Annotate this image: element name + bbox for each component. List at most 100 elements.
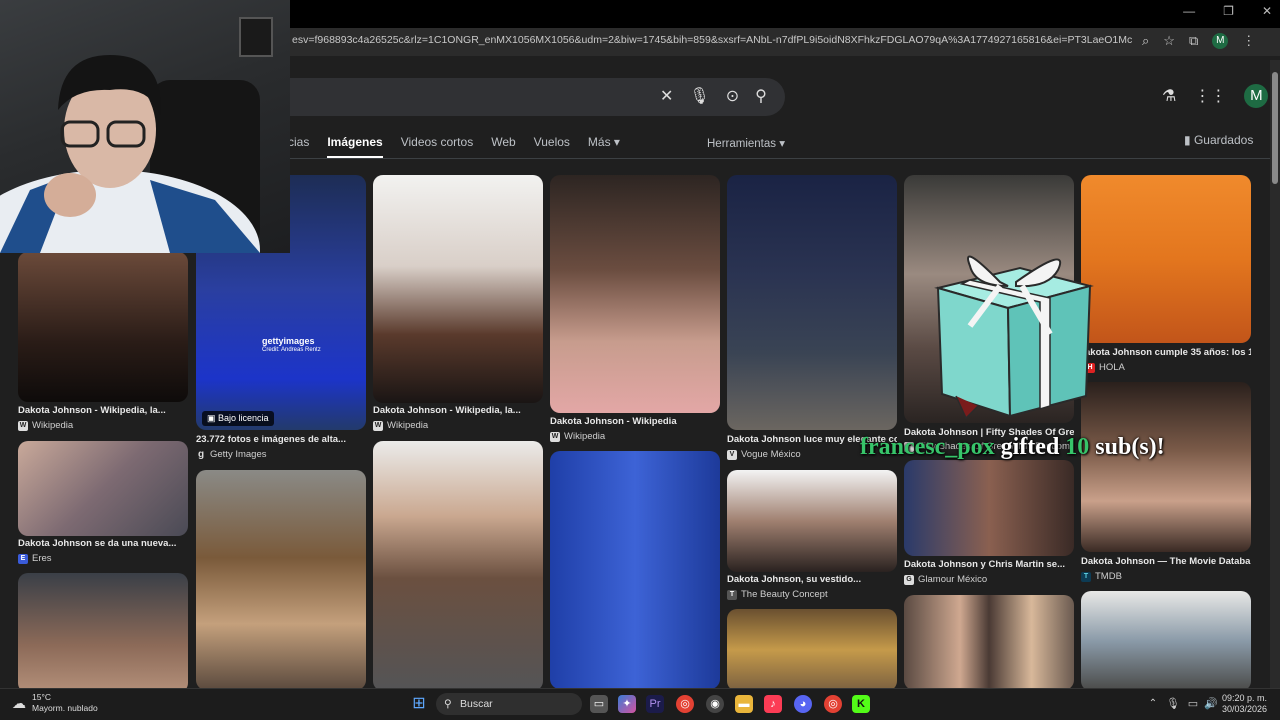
header-right: ⚗ ⋮⋮ M [1162, 84, 1269, 108]
result-source[interactable]: W Wikipedia [373, 420, 428, 431]
obs-icon[interactable]: ◉ [706, 695, 724, 713]
zoom-icon[interactable]: ⌕ [1142, 33, 1149, 49]
image-result[interactable] [1081, 591, 1251, 691]
file-explorer-icon[interactable]: ▬ [735, 695, 753, 713]
tab-short-videos[interactable]: Videos cortos [401, 135, 474, 159]
licensed-badge: ▣ Bajo licencia [202, 411, 274, 426]
result-source[interactable]: g Getty Images [196, 449, 267, 460]
result-caption[interactable]: akota Johnson cumple 35 años: los 1... [1085, 347, 1251, 358]
favicon: g [197, 448, 205, 460]
source-label: Vogue México [741, 449, 801, 460]
gifter-name: francesc_pox [860, 434, 995, 460]
windows-start-icon[interactable]: ⊞ [410, 695, 428, 713]
menu-kebab-icon[interactable]: ⋮ [1242, 33, 1255, 49]
webcam-overlay [0, 0, 290, 253]
source-label: Glamour México [918, 574, 988, 585]
premiere-icon[interactable]: Pr [646, 695, 664, 713]
image-result[interactable] [18, 441, 188, 536]
discord-icon[interactable]: ◕ [794, 695, 812, 713]
clear-icon[interactable]: ✕ [660, 86, 673, 106]
network-icon[interactable]: ▭ [1184, 695, 1202, 713]
result-source[interactable]: T TMDB [1081, 571, 1122, 582]
image-result[interactable] [196, 470, 366, 690]
result-source[interactable]: T The Beauty Concept [727, 589, 828, 600]
result-source[interactable]: E Eres [18, 553, 52, 564]
image-result[interactable] [727, 609, 897, 691]
tab-flights[interactable]: Vuelos [534, 135, 570, 159]
taskbar-search[interactable]: ⚲ Buscar [436, 693, 582, 715]
result-caption[interactable]: Dakota Johnson y Chris Martin se... [904, 559, 1074, 570]
chrome-profile-icon[interactable]: ◎ [824, 695, 842, 713]
result-source[interactable]: W Wikipedia [18, 420, 73, 431]
system-clock[interactable]: 09:20 p. m. 30/03/2026 [1222, 693, 1267, 715]
result-source[interactable]: G Glamour México [904, 574, 987, 585]
result-source[interactable]: V Vogue México [727, 449, 801, 460]
saved-button[interactable]: ▮ Guardados [1184, 133, 1253, 147]
result-caption[interactable]: Dakota Johnson, su vestido... [727, 574, 897, 585]
chevron-up-icon[interactable]: ⌃ [1144, 695, 1162, 713]
result-source[interactable]: W Wikipedia [550, 431, 605, 442]
image-result[interactable] [1081, 175, 1251, 343]
microphone-icon[interactable]: 🎙 [689, 86, 709, 106]
result-caption[interactable]: Dakota Johnson - Wikipedia [550, 416, 720, 427]
scrollbar-thumb[interactable] [1272, 72, 1278, 184]
result-caption[interactable]: Dakota Johnson — The Movie Databa... [1081, 556, 1251, 567]
chrome-icon[interactable]: ◎ [676, 695, 694, 713]
favicon: V [727, 449, 737, 460]
apps-grid-icon[interactable]: ⋮⋮ [1194, 86, 1226, 106]
weather-temperature: 15°C [32, 692, 51, 702]
copilot-icon[interactable]: ✦ [618, 695, 636, 713]
image-result[interactable] [18, 573, 188, 693]
image-result[interactable] [1081, 382, 1251, 552]
clock-date: 30/03/2026 [1222, 704, 1268, 714]
image-result[interactable] [373, 175, 543, 403]
account-avatar[interactable]: M [1244, 84, 1269, 108]
lens-camera-icon[interactable]: ⊙ [726, 86, 739, 106]
tab-more[interactable]: Más ▾ [588, 135, 620, 159]
extensions-icon[interactable]: ⧉ [1189, 33, 1198, 49]
close-icon[interactable]: ✕ [1262, 4, 1272, 18]
result-caption[interactable]: Dakota Johnson - Wikipedia, la... [373, 405, 543, 416]
tab-web[interactable]: Web [491, 135, 515, 159]
minimize-icon[interactable]: — [1183, 4, 1195, 18]
result-caption[interactable]: 23.772 fotos e imágenes de alta... [196, 434, 366, 445]
favicon: T [727, 589, 737, 600]
favicon: W [550, 431, 560, 442]
image-result[interactable] [550, 175, 720, 413]
image-result[interactable] [727, 175, 897, 430]
result-caption[interactable]: Dakota Johnson - Wikipedia, la... [18, 405, 188, 416]
volume-icon[interactable]: 🔊 [1202, 695, 1220, 713]
weather-widget[interactable]: ☁ 15°C Mayorm. nublado [12, 692, 98, 714]
microphone-tray-icon[interactable]: 🎙 [1164, 695, 1182, 713]
url-text[interactable]: esv=f968893c4a26525c&rlz=1C1ONGR_enMX105… [292, 34, 1132, 46]
kick-icon[interactable]: K [852, 695, 870, 713]
task-view-icon[interactable]: ▭ [590, 695, 608, 713]
address-bar-actions: ⌕ ☆ ⧉ M ⋮ [1142, 33, 1255, 49]
restore-icon[interactable]: ❐ [1223, 4, 1234, 18]
bookmark-star-icon[interactable]: ☆ [1163, 33, 1175, 49]
tools-button[interactable]: Herramientas ▾ [707, 136, 785, 150]
profile-avatar[interactable]: M [1212, 33, 1229, 49]
weather-condition: Mayorm. nublado [32, 703, 98, 713]
tab-news[interactable]: cias [288, 135, 309, 159]
source-label: Getty Images [210, 449, 267, 460]
music-app-icon[interactable]: ♪ [764, 695, 782, 713]
weather-text: 15°C Mayorm. nublado [32, 692, 98, 714]
result-caption[interactable]: Dakota Johnson se da una nueva... [18, 538, 188, 549]
source-label: Wikipedia [564, 431, 606, 442]
tab-images[interactable]: Imágenes [327, 135, 383, 159]
labs-flask-icon[interactable]: ⚗ [1162, 86, 1176, 106]
favicon: W [373, 420, 383, 431]
image-result[interactable] [18, 252, 188, 402]
image-result[interactable] [727, 470, 897, 572]
image-result[interactable] [904, 460, 1074, 556]
license-icon: ▣ [207, 413, 216, 423]
gift-count: 10 [1065, 434, 1090, 460]
image-result[interactable] [550, 451, 720, 689]
gift-verb: gifted [1000, 434, 1060, 460]
search-icon[interactable]: ⚲ [755, 86, 767, 106]
image-result[interactable] [904, 595, 1074, 690]
window-controls: — ❐ ✕ [1183, 4, 1272, 18]
image-result[interactable] [373, 441, 543, 691]
saved-label: Guardados [1193, 133, 1254, 147]
